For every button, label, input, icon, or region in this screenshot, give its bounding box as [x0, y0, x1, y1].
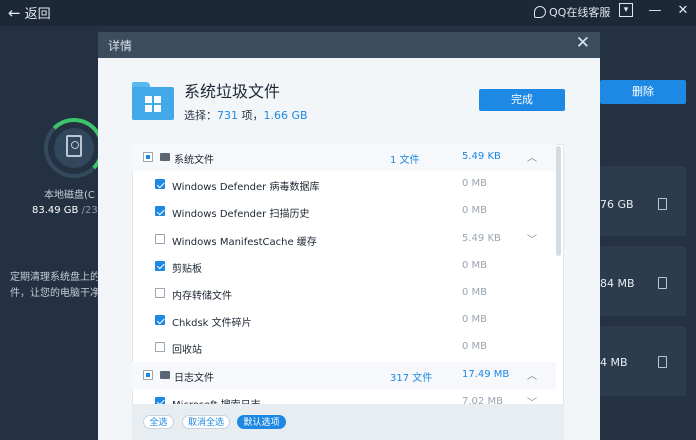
checkbox[interactable]: [143, 369, 153, 380]
folder-icon: [132, 82, 174, 120]
row-size: 17.49 MB: [462, 368, 510, 380]
list-item[interactable]: 剪贴板 0 MB: [132, 253, 556, 280]
checkbox[interactable]: [155, 233, 165, 244]
document-icon: [658, 198, 667, 210]
document-icon: [658, 277, 667, 289]
list-item[interactable]: Windows Defender 病毒数据库 0 MB: [132, 171, 556, 198]
category-row[interactable]: 系统文件 1 文件 5.49 KB ︿: [132, 144, 556, 171]
close-window-icon[interactable]: ✕: [675, 3, 691, 19]
row-label: 日志文件: [174, 372, 214, 384]
row-size: 0 MB: [462, 341, 488, 353]
default-selection-button[interactable]: 默认选项: [237, 415, 286, 429]
result-card-1[interactable]: 76 GB: [600, 166, 686, 236]
row-label: Chkdsk 文件碎片: [172, 318, 252, 330]
list-scrollbar[interactable]: [556, 146, 561, 256]
row-label: Windows Defender 扫描历史: [172, 209, 310, 221]
row-size: 5.49 KB: [462, 151, 501, 162]
checkbox[interactable]: [155, 260, 165, 271]
description-line-1: 定期清理系统盘上的: [10, 272, 100, 283]
left-panel: [0, 26, 100, 440]
selection-summary: 选择：731 项，1.66 GB: [184, 109, 308, 122]
row-size: 0 MB: [462, 314, 488, 326]
row-size: 0 MB: [462, 259, 488, 271]
chevron-up-icon[interactable]: ︿: [527, 367, 537, 382]
done-button[interactable]: 完成: [479, 89, 565, 111]
back-label: 返回: [24, 7, 51, 22]
modal-heading: 系统垃圾文件: [184, 82, 281, 101]
close-icon[interactable]: ✕: [576, 33, 590, 53]
row-count: 1 文件: [390, 155, 420, 166]
back-arrow-icon: ←: [8, 3, 21, 22]
checkbox[interactable]: [155, 315, 165, 326]
row-label: 系统文件: [174, 155, 214, 166]
row-label: Windows ManifestCache 缓存: [172, 236, 317, 248]
folder-category-icon: [160, 370, 170, 379]
list-item[interactable]: Windows Defender 扫描历史 0 MB: [132, 198, 556, 225]
category-row[interactable]: 日志文件 317 文件 17.49 MB ︿: [132, 361, 556, 389]
minimize-icon[interactable]: —: [647, 3, 663, 19]
list-item[interactable]: 回收站 0 MB: [132, 334, 556, 361]
checkbox[interactable]: [155, 179, 165, 190]
document-icon: [658, 356, 667, 368]
list-item[interactable]: Windows ManifestCache 缓存 5.49 KB ﹀: [132, 226, 556, 253]
row-size: 0 MB: [462, 287, 488, 298]
checkbox[interactable]: [155, 342, 165, 353]
card-size: 76 GB: [600, 198, 634, 211]
row-label: 剪贴板: [172, 263, 202, 275]
selected-count: 731: [217, 109, 238, 122]
top-bar: ← 返回 QQ在线客服 ▾ — ✕: [0, 0, 696, 26]
row-size: 0 MB: [462, 205, 488, 217]
list-item[interactable]: 内存转储文件 0 MB: [132, 280, 556, 307]
row-label: Windows Defender 病毒数据库: [172, 182, 320, 194]
card-size: 84 MB: [600, 277, 635, 290]
chevron-down-icon[interactable]: ﹀: [527, 231, 537, 246]
row-label: 内存转储文件: [172, 291, 232, 302]
selected-size: 1.66 GB: [263, 109, 308, 122]
checkbox[interactable]: [143, 152, 153, 162]
modal-title: 详情: [108, 39, 133, 53]
qq-support-link[interactable]: QQ在线客服: [534, 4, 610, 20]
chevron-up-icon[interactable]: ︿: [527, 149, 537, 164]
checkbox[interactable]: [155, 206, 165, 217]
list-item[interactable]: Chkdsk 文件碎片 0 MB: [132, 307, 556, 334]
modal-title-bar: 详情 ✕: [98, 32, 600, 58]
select-all-button[interactable]: 全选: [143, 415, 174, 429]
folder-category-icon: [160, 153, 170, 161]
deselect-all-button[interactable]: 取消全选: [182, 415, 230, 429]
row-label: 回收站: [172, 345, 202, 357]
disk-size: 83.49 GB /232.: [32, 205, 107, 216]
disk-label: 本地磁盘(C: [44, 190, 95, 201]
back-button[interactable]: ← 返回: [8, 3, 51, 23]
download-icon[interactable]: ▾: [619, 3, 633, 17]
result-card-2[interactable]: 84 MB: [600, 246, 686, 316]
hard-disk-icon: [66, 135, 82, 157]
row-size: 5.49 KB: [462, 232, 501, 244]
result-card-3[interactable]: 4 MB: [600, 326, 686, 396]
chat-bubble-icon: [534, 6, 546, 18]
card-size: 4 MB: [600, 356, 628, 369]
row-count: 317 文件: [390, 372, 433, 384]
checkbox[interactable]: [155, 288, 165, 298]
delete-button[interactable]: 删除: [600, 80, 686, 104]
qq-support-label: QQ在线客服: [549, 6, 611, 19]
windows-logo-icon: [145, 96, 161, 112]
description-line-2: 件，让您的电脑干净: [10, 288, 100, 299]
disk-used: 83.49 GB: [32, 205, 79, 216]
row-size: 0 MB: [462, 178, 488, 190]
